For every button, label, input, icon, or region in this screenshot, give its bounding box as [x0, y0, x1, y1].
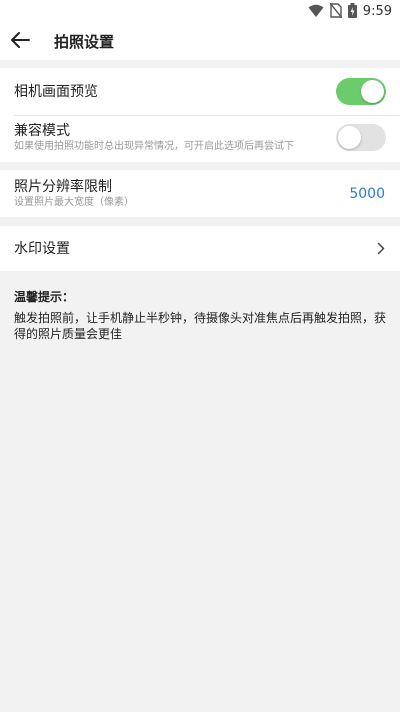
tips-body: 触发拍照前，让手机静止半秒钟，待摄像头对准焦点后再触发拍照，获得的照片质量会更佳: [14, 311, 387, 341]
page-title: 拍照设置: [54, 33, 115, 51]
compat-toggle[interactable]: [336, 124, 386, 151]
preview-row[interactable]: 相机画面预览: [0, 68, 400, 115]
compat-description: 如果使用拍照功能时总出现异常情况，可开启此选项后再尝试下: [14, 141, 294, 152]
resolution-card: 照片分辨率限制 设置照片最大宽度（像素） 5000: [0, 170, 400, 217]
back-button[interactable]: [8, 30, 32, 54]
resolution-row[interactable]: 照片分辨率限制 设置照片最大宽度（像素） 5000: [0, 170, 400, 217]
watermark-row[interactable]: 水印设置: [0, 226, 400, 271]
chevron-right-icon: [374, 241, 388, 255]
no-sim-icon: [329, 2, 343, 22]
watermark-label: 水印设置: [14, 241, 70, 257]
toggle-knob: [338, 126, 361, 149]
app-bar: 拍照设置: [0, 24, 400, 60]
resolution-value[interactable]: 5000: [349, 185, 385, 203]
battery-charging-icon: [347, 2, 357, 22]
camera-settings-card: 相机画面预览 兼容模式 如果使用拍照功能时总出现异常情况，可开启此选项后再尝试下: [0, 68, 400, 162]
watermark-card: 水印设置: [0, 226, 400, 271]
resolution-description: 设置照片最大宽度（像素）: [14, 197, 134, 208]
status-icons: 9:59: [308, 2, 392, 22]
tips-title: 温馨提示：: [14, 290, 75, 304]
resolution-label: 照片分辨率限制: [14, 179, 112, 195]
preview-label: 相机画面预览: [14, 84, 98, 100]
arrow-left-icon: [10, 31, 30, 53]
wifi-icon: [308, 3, 324, 22]
preview-toggle[interactable]: [336, 78, 386, 105]
status-bar: 9:59: [0, 0, 400, 24]
compat-label: 兼容模式: [14, 123, 70, 139]
status-time: 9:59: [362, 4, 392, 19]
compat-row[interactable]: 兼容模式 如果使用拍照功能时总出现异常情况，可开启此选项后再尝试下: [0, 115, 400, 162]
toggle-knob: [361, 80, 384, 103]
